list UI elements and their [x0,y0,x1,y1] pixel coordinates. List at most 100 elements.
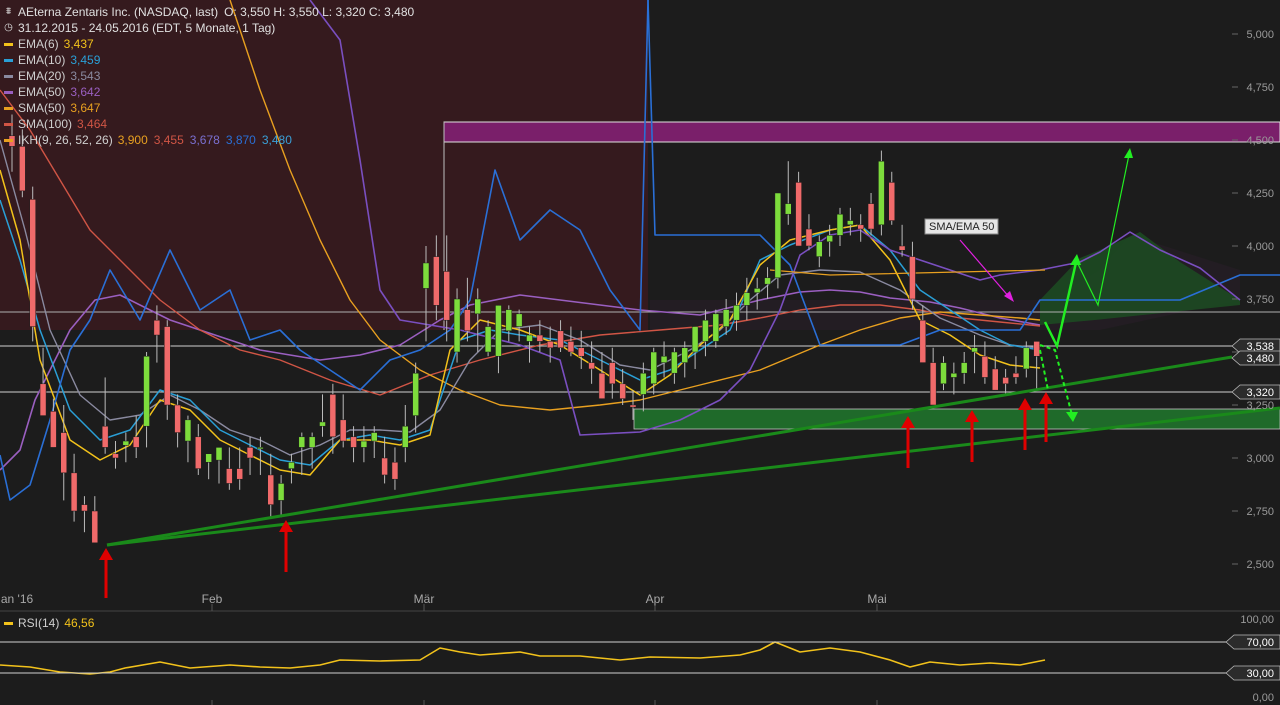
candle-body [712,313,720,342]
candle-body [1033,341,1040,357]
legend-swatch [4,74,13,78]
candle-body [919,319,927,363]
candle-body [391,461,399,480]
candle-body [433,256,440,306]
x-tick-label: Jan '16 [0,592,33,606]
candle-body [350,436,357,448]
candle-body [805,228,813,247]
legend-row-ema6[interactable]: EMA(6) 3,437 [4,36,414,52]
legend-label: EMA(20) [18,69,66,83]
candle-body [629,404,637,408]
candle-body [277,483,285,501]
legend-row-ikh[interactable]: IKH(9, 26, 52, 26) 3,900 3,455 3,678 3,8… [4,132,414,148]
candle-body [474,298,481,315]
ikh-value: 3,870 [225,133,256,147]
price-tag-label: 3,320 [1246,387,1274,399]
legend-value: 3,647 [70,101,101,115]
candle-body [753,288,761,293]
legend-swatch [4,58,13,62]
candle-body [484,326,492,353]
candle-body [826,235,833,243]
legend-swatch [4,42,13,46]
ikh-value: 3,455 [153,133,184,147]
candle-body [640,372,647,395]
candle-body [536,334,544,342]
ikh-value: 3,480 [261,133,292,147]
legend-range-row: ◷ 31.12.2015 - 24.05.2016 (EDT, 5 Monate… [4,20,414,36]
candle-body [847,220,854,226]
x-tick-label: Mär [414,592,435,606]
legend-row-ema10[interactable]: EMA(10) 3,459 [4,52,414,68]
legend-swatch [4,90,13,94]
legend-row-sma100[interactable]: SMA(100) 3,464 [4,116,414,132]
candle-body [50,411,57,448]
candle-body [598,372,606,399]
candle-body [702,319,709,342]
candle-body [371,432,378,442]
candle-body [329,394,337,438]
candle-body [1023,347,1030,370]
legend-row-ema20[interactable]: EMA(20) 3,543 [4,68,414,84]
candle-body [29,199,36,327]
candle-body [422,262,430,289]
rsi-value: 46,56 [64,616,95,630]
candle-body [184,419,192,442]
candle-body [764,277,771,285]
candle-body [526,334,533,342]
candle-body [836,213,844,236]
candle-body [412,372,419,416]
y-tick-label: 4,500 [1246,135,1274,147]
date-range: 31.12.2015 - 24.05.2016 (EDT, 5 Monate, … [18,21,276,35]
annotation-label: SMA/EMA 50 [929,221,994,233]
candle-body [909,256,916,300]
y-tick-label: 4,250 [1246,188,1274,200]
rsi-tag-label: 30,00 [1246,668,1274,680]
legend-label: EMA(50) [18,85,66,99]
candle-body [453,298,461,353]
candle-body [691,326,699,353]
legend-label: IKH(9, 26, 52, 26) [18,133,113,147]
candle-body [722,309,730,327]
ohlc-values: O: 3,550 H: 3,550 L: 3,320 C: 3,480 [224,5,415,19]
candle-body [91,510,99,544]
legend-swatch [4,106,13,110]
instrument-title: AEterna Zentaris Inc. (NASDAQ, last) [18,5,219,19]
candle-body [981,355,989,378]
candle-body [236,468,243,480]
candle-body [319,421,326,427]
candle-body [660,355,668,363]
candle-body [609,362,616,385]
legend-row-sma50[interactable]: SMA(50) 3,647 [4,100,414,116]
candle-body [464,309,471,332]
candle-body [70,472,78,512]
candle-body [992,368,999,391]
candle-body [288,461,295,469]
candle-body [495,305,502,357]
candle-body [971,347,978,353]
candle-body [339,419,347,442]
legend-label: EMA(6) [18,37,59,51]
rsi-tick-label: 100,00 [1240,614,1274,626]
candle-body [898,245,906,251]
candle-body [888,182,895,221]
candle-body [733,305,740,321]
y-tick-label: 4,750 [1246,82,1274,94]
candle-body [743,292,751,306]
candle-body [681,347,688,363]
candle-body [940,362,947,385]
candle-body [143,355,150,427]
legend-swatch [4,621,13,625]
candle-body [257,447,264,450]
rsi-label: RSI(14) [18,616,60,630]
legend-row-ema50[interactable]: EMA(50) 3,642 [4,84,414,100]
candle-body [567,341,575,353]
candle-body [101,425,109,448]
candle-body [650,351,657,385]
ikh-value: 3,900 [117,133,148,147]
legend-value: 3,437 [63,37,94,51]
candle-body [267,474,274,505]
candle-body [867,203,875,230]
candle-body [774,192,782,279]
rsi-legend[interactable]: RSI(14) 46,56 [4,616,100,630]
bars-icon: ⩩ [5,6,12,17]
